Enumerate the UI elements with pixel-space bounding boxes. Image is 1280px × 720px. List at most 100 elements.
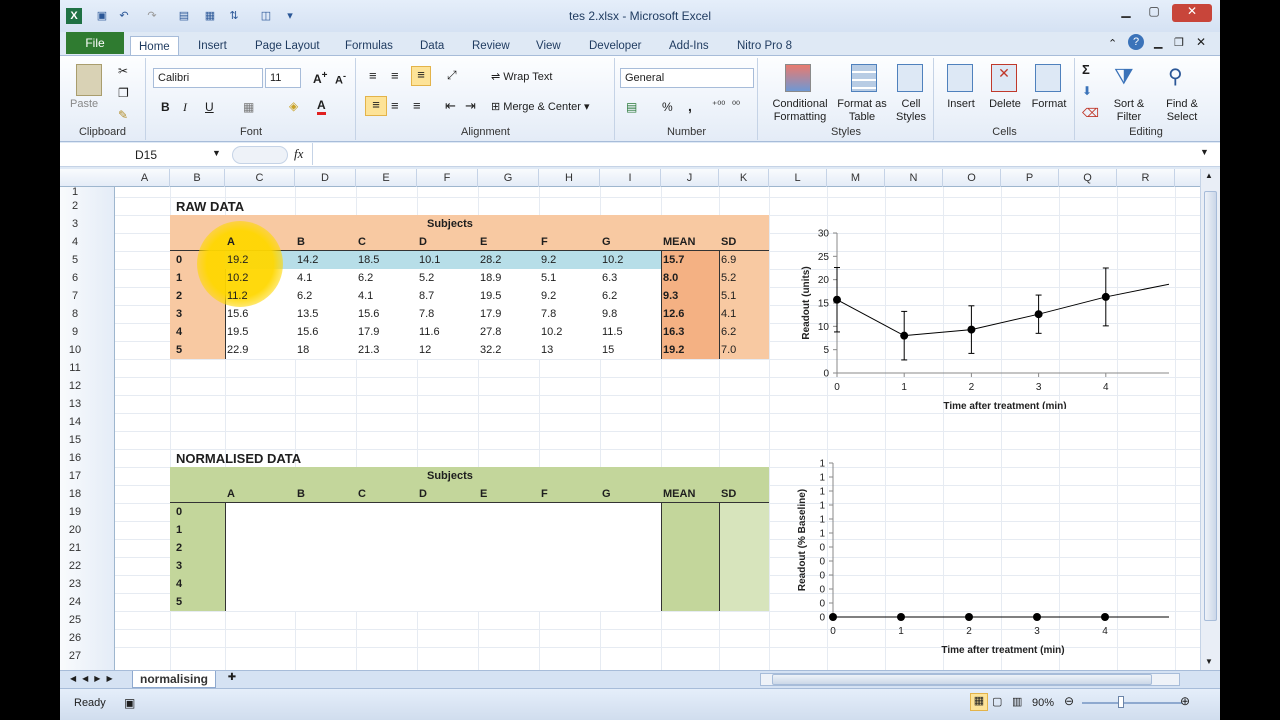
raw-data-cell[interactable]: 7.8 bbox=[417, 305, 478, 323]
norm-time-label[interactable]: 2 bbox=[174, 539, 182, 557]
tab-review[interactable]: Review bbox=[464, 36, 518, 56]
format-button[interactable]: Format bbox=[1027, 98, 1071, 110]
raw-data-cell[interactable]: 16.3 bbox=[661, 323, 719, 341]
raw-data-cell[interactable]: 13 bbox=[539, 341, 600, 359]
row-header-16[interactable]: 16 bbox=[60, 449, 90, 467]
raw-data-cell[interactable]: 9.8 bbox=[600, 305, 661, 323]
raw-data-cell[interactable]: 12.6 bbox=[661, 305, 719, 323]
align-bottom-icon[interactable]: ≡ bbox=[411, 66, 431, 86]
raw-data-cell[interactable]: 6.3 bbox=[600, 269, 661, 287]
delete-button[interactable]: Delete bbox=[983, 98, 1027, 110]
doc-restore-icon[interactable]: ❐ bbox=[1174, 36, 1184, 49]
wrap-text-button[interactable]: ⇌ Wrap Text bbox=[491, 70, 552, 83]
norm-time-label[interactable]: 1 bbox=[174, 521, 182, 539]
zoom-slider-thumb[interactable] bbox=[1118, 696, 1124, 708]
row-header-19[interactable]: 19 bbox=[60, 503, 90, 521]
column-header-h[interactable]: H bbox=[539, 169, 600, 187]
fill-icon[interactable]: ⬇ bbox=[1082, 84, 1092, 98]
align-right-icon[interactable]: ≡ bbox=[413, 98, 421, 113]
tab-add-ins[interactable]: Add-Ins bbox=[661, 36, 717, 56]
raw-data-cell[interactable]: 11.5 bbox=[600, 323, 661, 341]
align-center-icon[interactable]: ≡ bbox=[391, 98, 399, 113]
tab-page-layout[interactable]: Page Layout bbox=[247, 36, 328, 56]
raw-data-cell[interactable]: 6.2 bbox=[356, 269, 417, 287]
italic-button[interactable]: I bbox=[183, 100, 187, 115]
tab-developer[interactable]: Developer bbox=[581, 36, 649, 56]
decrease-indent-icon[interactable]: ⇤ bbox=[445, 98, 456, 114]
page-break-view-icon[interactable]: ▥ bbox=[1012, 695, 1022, 708]
row-header-11[interactable]: 11 bbox=[60, 359, 90, 377]
delete-cells-icon[interactable]: ✕ bbox=[991, 64, 1017, 92]
raw-data-cell[interactable]: 6.9 bbox=[719, 251, 769, 269]
raw-data-cell[interactable]: 6.2 bbox=[295, 287, 356, 305]
row-header-26[interactable]: 26 bbox=[60, 629, 90, 647]
raw-data-cell[interactable]: 19.5 bbox=[478, 287, 539, 305]
row-header-21[interactable]: 21 bbox=[60, 539, 90, 557]
row-header-8[interactable]: 8 bbox=[60, 305, 90, 323]
row-header-17[interactable]: 17 bbox=[60, 467, 90, 485]
align-middle-icon[interactable]: ≡ bbox=[391, 68, 399, 83]
close-button[interactable]: ✕ bbox=[1172, 4, 1212, 22]
raw-time-label[interactable]: 5 bbox=[174, 341, 229, 359]
paste-icon[interactable] bbox=[76, 64, 102, 96]
align-left-icon[interactable]: ≡ bbox=[365, 96, 387, 116]
underline-button[interactable]: U bbox=[205, 100, 214, 114]
column-header-d[interactable]: D bbox=[295, 169, 356, 187]
font-size-combo[interactable]: 11 bbox=[265, 68, 301, 88]
row-header-2[interactable]: 2 bbox=[60, 197, 90, 215]
row-header-4[interactable]: 4 bbox=[60, 233, 90, 251]
raw-data-cell[interactable]: 10.1 bbox=[417, 251, 478, 269]
find-select-button[interactable]: Find & Select bbox=[1156, 98, 1208, 124]
paste-button[interactable]: Paste bbox=[70, 98, 98, 110]
find-select-icon[interactable]: ⚲ bbox=[1168, 64, 1196, 92]
column-header-m[interactable]: M bbox=[827, 169, 885, 187]
raw-data-cell[interactable]: 15.6 bbox=[295, 323, 356, 341]
raw-data-cell[interactable]: 9.3 bbox=[661, 287, 719, 305]
shrink-font-icon[interactable]: A- bbox=[335, 71, 346, 87]
sheet-nav-icons[interactable]: ◀◀▶▶ bbox=[70, 674, 119, 683]
raw-data-cell[interactable]: 4.1 bbox=[719, 305, 769, 323]
row-header-25[interactable]: 25 bbox=[60, 611, 90, 629]
column-header-c[interactable]: C bbox=[225, 169, 295, 187]
sort-filter-button[interactable]: Sort & Filter bbox=[1106, 98, 1152, 124]
insert-cells-icon[interactable] bbox=[947, 64, 973, 92]
vertical-scroll-thumb[interactable] bbox=[1204, 191, 1217, 621]
normalised-chart[interactable]: 000000111111012345Time after treatment (… bbox=[779, 453, 1169, 663]
insert-sheet-icon[interactable]: ✚ bbox=[222, 672, 242, 687]
raw-data-cell[interactable]: 13.5 bbox=[295, 305, 356, 323]
readout-chart[interactable]: 051015202530012345Time after treatment (… bbox=[779, 209, 1169, 409]
raw-time-label[interactable]: 1 bbox=[174, 269, 229, 287]
raw-data-cell[interactable]: 19.2 bbox=[661, 341, 719, 359]
font-name-combo[interactable]: Calibri bbox=[153, 68, 263, 88]
norm-time-label[interactable]: 3 bbox=[174, 557, 182, 575]
horizontal-scroll-thumb[interactable] bbox=[772, 674, 1152, 685]
worksheet-grid[interactable]: RAW DATA NORMALISED DATA Subjects A B C D E F G ME… bbox=[115, 187, 1200, 670]
column-header-o[interactable]: O bbox=[943, 169, 1001, 187]
raw-data-cell[interactable]: 15.6 bbox=[356, 305, 417, 323]
row-header-3[interactable]: 3 bbox=[60, 215, 90, 233]
minimize-ribbon-icon[interactable]: ⌃ bbox=[1108, 37, 1117, 50]
raw-data-cell[interactable]: 4.1 bbox=[295, 269, 356, 287]
raw-data-cell[interactable]: 4.1 bbox=[356, 287, 417, 305]
tab-insert[interactable]: Insert bbox=[190, 36, 235, 56]
raw-data-cell[interactable]: 22.9 bbox=[225, 341, 295, 359]
raw-data-cell[interactable]: 7.8 bbox=[539, 305, 600, 323]
tab-nitro[interactable]: Nitro Pro 8 bbox=[729, 36, 800, 56]
doc-close-icon[interactable]: ✕ bbox=[1196, 35, 1206, 49]
cut-icon[interactable]: ✂ bbox=[118, 64, 128, 78]
accounting-format-icon[interactable]: ▤ bbox=[626, 100, 637, 114]
cell-styles-icon[interactable] bbox=[897, 64, 923, 92]
column-header-q[interactable]: Q bbox=[1059, 169, 1117, 187]
norm-time-label[interactable]: 0 bbox=[174, 503, 182, 521]
raw-data-cell[interactable]: 15.7 bbox=[661, 251, 719, 269]
row-header-7[interactable]: 7 bbox=[60, 287, 90, 305]
column-header-p[interactable]: P bbox=[1001, 169, 1059, 187]
column-header-i[interactable]: I bbox=[600, 169, 661, 187]
autosum-button[interactable]: Σ bbox=[1082, 62, 1090, 77]
raw-data-cell[interactable]: 5.1 bbox=[539, 269, 600, 287]
column-header-a[interactable]: A bbox=[120, 169, 170, 187]
raw-data-cell[interactable]: 5.2 bbox=[719, 269, 769, 287]
zoom-in-icon[interactable]: ⊕ bbox=[1180, 694, 1190, 708]
normal-view-icon[interactable]: ▦ bbox=[970, 693, 988, 711]
row-header-27[interactable]: 27 bbox=[60, 647, 90, 665]
